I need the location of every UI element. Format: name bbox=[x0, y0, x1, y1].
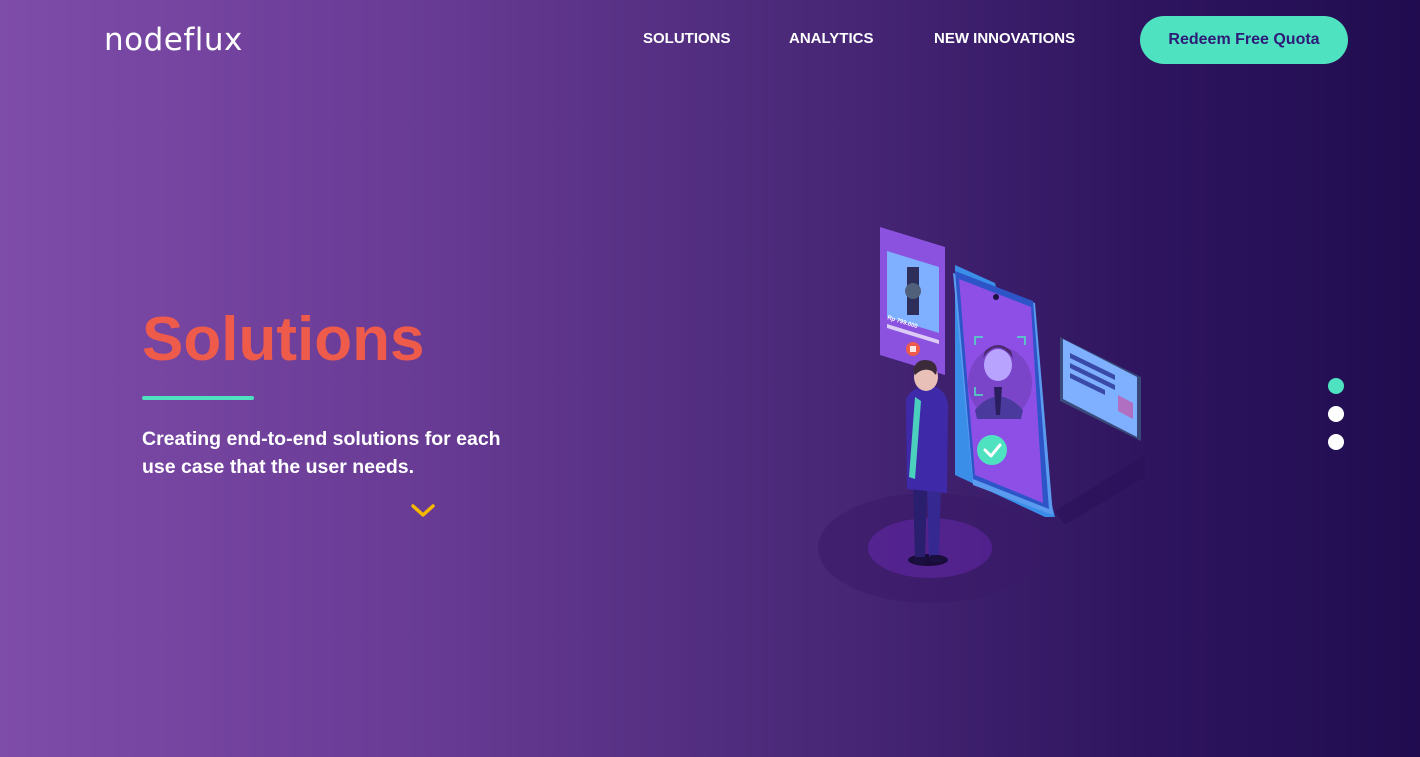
nav-item-solutions[interactable]: SOLUTIONS bbox=[643, 28, 731, 50]
slider-dot-2[interactable] bbox=[1328, 406, 1344, 422]
product-card: Rp 799.000 bbox=[880, 227, 945, 375]
slider-dot-3[interactable] bbox=[1328, 434, 1344, 450]
chevron-down-icon[interactable] bbox=[409, 500, 437, 520]
phone bbox=[953, 265, 1055, 517]
id-card bbox=[1060, 337, 1141, 441]
redeem-free-quota-button[interactable]: Redeem Free Quota bbox=[1140, 16, 1348, 64]
hero-title: Solutions bbox=[142, 305, 425, 374]
nav-item-analytics[interactable]: ANALYTICS bbox=[789, 28, 873, 50]
slider-pagination bbox=[1328, 378, 1344, 450]
hero-subtitle: Creating end-to-end solutions for each u… bbox=[142, 428, 501, 478]
slider-dot-1[interactable] bbox=[1328, 378, 1344, 394]
face-verification-illustration: Rp 799.000 bbox=[818, 227, 1145, 603]
hero-title-underline bbox=[142, 396, 254, 400]
nav-item-new-innovations[interactable]: NEW INNOVATIONS bbox=[934, 28, 1075, 50]
